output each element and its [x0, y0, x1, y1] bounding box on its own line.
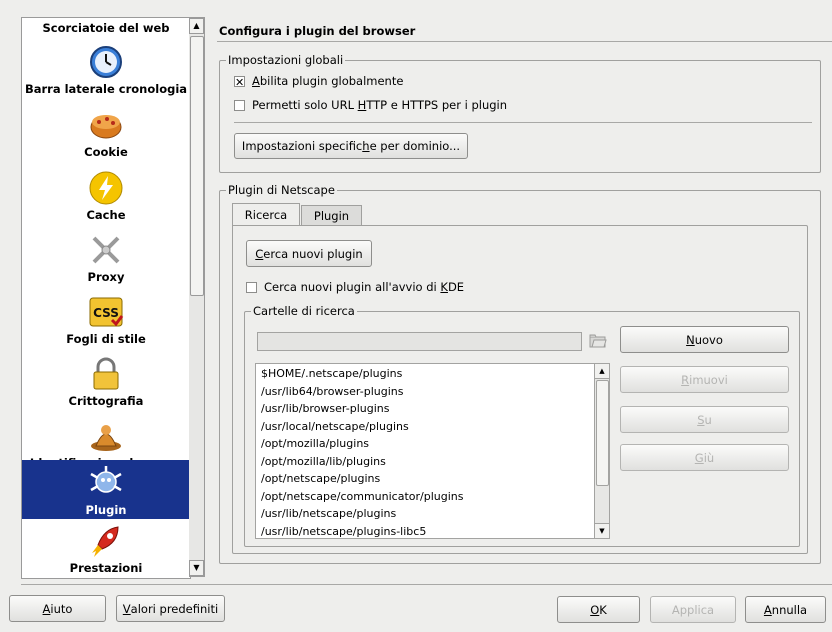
list-item[interactable]: /opt/mozilla/plugins — [261, 437, 369, 450]
sidebar-item-label: Scorciatoie del web — [42, 21, 170, 35]
list-item[interactable]: /usr/lib/netscape/plugins — [261, 507, 396, 520]
page-title: Configura i plugin del browser — [219, 24, 416, 38]
tab-plugins[interactable]: Plugin — [301, 205, 362, 226]
sidebar-item-label: Crittografia — [68, 394, 144, 408]
defaults-button[interactable]: Valori predefiniti — [116, 595, 225, 622]
http-only-checkbox[interactable]: Permetti solo URL HTTP e HTTPS per i plu… — [234, 98, 507, 112]
folder-path-input[interactable] — [257, 332, 582, 351]
group-title: Plugin di Netscape — [226, 183, 337, 197]
list-item[interactable]: /usr/lib/netscape/plugins-libc5 — [261, 525, 426, 538]
sidebar-item-label: Plugin — [85, 503, 127, 517]
apply-button[interactable]: Applica — [650, 596, 736, 623]
checkbox-box[interactable] — [246, 281, 257, 293]
group-title: Impostazioni globali — [226, 53, 346, 67]
sidebar-item-crypto[interactable]: Crittografia — [22, 352, 190, 414]
list-item[interactable]: $HOME/.netscape/plugins — [261, 367, 402, 380]
scroll-up-arrow-icon[interactable]: ▲ — [189, 18, 204, 34]
list-item[interactable]: /opt/netscape/communicator/plugins — [261, 490, 464, 503]
list-scrollbar[interactable]: ▲ ▼ — [594, 364, 609, 538]
list-item[interactable]: /usr/lib/browser-plugins — [261, 402, 389, 415]
list-item[interactable]: /opt/mozilla/lib/plugins — [261, 455, 386, 468]
scrollbar-thumb[interactable] — [596, 380, 609, 486]
sidebar-item-label: Cache — [86, 208, 126, 222]
sidebar-item-history[interactable]: Barra laterale cronologia — [22, 40, 190, 102]
cookie-icon — [88, 107, 124, 143]
history-clock-icon — [88, 44, 124, 80]
sidebar-item-proxy[interactable]: Proxy — [22, 228, 190, 290]
ok-button[interactable]: OK — [557, 596, 640, 623]
sidebar-item-web-shortcuts[interactable]: Scorciatoie del web — [22, 18, 190, 36]
sidebar-scrollbar[interactable]: ▲ ▼ — [189, 17, 205, 577]
sidebar-item-label: Barra laterale cronologia — [24, 82, 188, 96]
folder-open-icon[interactable] — [587, 331, 608, 352]
css-icon-text: CSS — [93, 306, 119, 320]
list-item[interactable]: /opt/netscape/plugins — [261, 472, 380, 485]
list-item[interactable]: /usr/local/netscape/plugins — [261, 420, 409, 433]
checkbox-box[interactable] — [234, 99, 245, 111]
move-up-button[interactable]: Su — [620, 406, 789, 433]
help-button[interactable]: Aiuto — [9, 595, 106, 622]
sidebar-item-label: Prestazioni — [69, 561, 143, 575]
checkbox-label: Permetti solo URL HTTP e HTTPS per i plu… — [252, 98, 508, 112]
browser-id-icon — [88, 418, 124, 454]
scroll-down-arrow-icon[interactable]: ▼ — [189, 560, 204, 576]
search-paths-list[interactable]: $HOME/.netscape/plugins /usr/lib64/brows… — [255, 363, 610, 539]
list-item[interactable]: /usr/lib64/browser-plugins — [261, 385, 403, 398]
checkbox-label: Cerca nuovi plugin all'avvio di KDE — [264, 280, 465, 294]
group-title: Cartelle di ricerca — [251, 304, 357, 318]
sidebar-item-stylesheets[interactable]: CSS Fogli di stile — [22, 290, 190, 352]
title-separator — [217, 41, 832, 42]
sidebar-item-label: Proxy — [87, 270, 125, 284]
checkbox-box[interactable]: ✕ — [234, 75, 245, 88]
scan-plugins-button[interactable]: Cerca nuovi plugin — [246, 240, 372, 267]
proxy-icon — [88, 232, 124, 268]
scan-on-startup-checkbox[interactable]: Cerca nuovi plugin all'avvio di KDE — [246, 280, 464, 294]
move-down-button[interactable]: Giù — [620, 444, 789, 471]
sidebar-item-label: Fogli di stile — [66, 332, 146, 346]
module-sidebar: Scorciatoie del web Barra laterale crono… — [21, 17, 191, 579]
enable-plugins-checkbox[interactable]: ✕ Abilita plugin globalmente — [234, 74, 403, 88]
scrollbar-thumb[interactable] — [190, 36, 204, 296]
tab-search[interactable]: Ricerca — [232, 203, 300, 226]
cancel-button[interactable]: Annulla — [745, 596, 826, 623]
sidebar-item-performance[interactable]: Prestazioni — [22, 521, 190, 578]
domain-settings-button[interactable]: Impostazioni specific h e per dominio... — [234, 133, 468, 159]
sidebar-item-cache[interactable]: Cache — [22, 166, 190, 228]
sidebar-item-plugin[interactable]: Plugin — [22, 460, 190, 519]
rocket-icon — [88, 523, 124, 559]
css-icon: CSS — [88, 294, 124, 330]
plugin-icon — [88, 464, 124, 500]
lock-icon — [88, 356, 124, 392]
sidebar-item-label: Cookie — [84, 145, 128, 159]
global-separator — [234, 122, 812, 123]
sidebar-item-cookie[interactable]: Cookie — [22, 103, 190, 165]
remove-folder-button[interactable]: Rimuovi — [620, 366, 789, 393]
footer-separator — [21, 584, 832, 585]
scroll-down-arrow-icon[interactable]: ▼ — [595, 523, 609, 538]
cache-lightning-icon — [88, 170, 124, 206]
new-folder-button[interactable]: Nuovo — [620, 326, 789, 353]
scroll-up-arrow-icon[interactable]: ▲ — [595, 364, 609, 379]
checkbox-label: Abilita plugin globalmente — [252, 74, 404, 88]
